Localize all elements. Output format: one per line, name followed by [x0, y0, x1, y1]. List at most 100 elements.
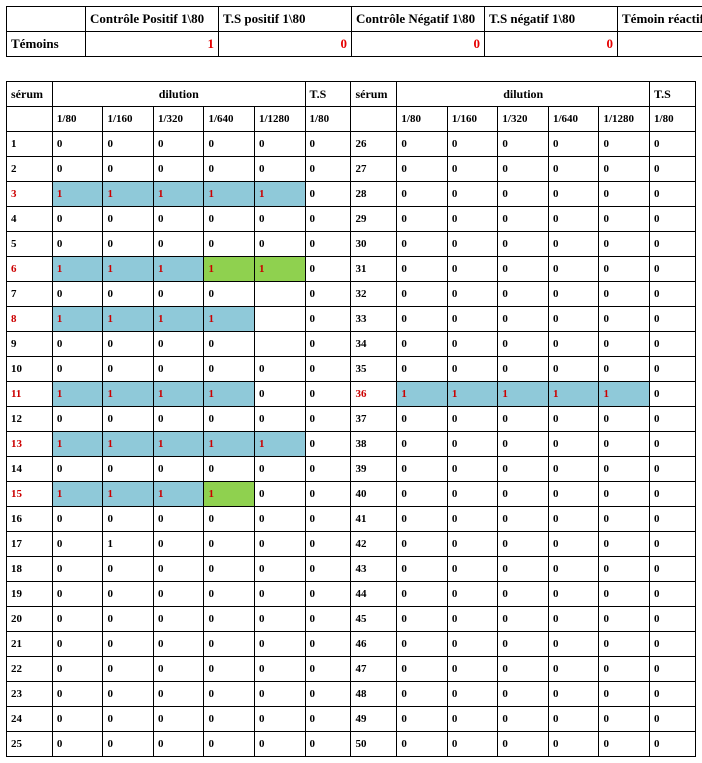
serum-id-left: 21 — [7, 632, 53, 657]
dilution-cell-left: 0 — [153, 232, 204, 257]
table-row: 200000027000000 — [7, 157, 696, 182]
dilution-cell-left: 1 — [52, 182, 103, 207]
dil-header-left-0: 1/80 — [52, 107, 103, 132]
ts-cell-left: 0 — [305, 182, 351, 207]
header-ts-right: T.S — [650, 82, 696, 107]
ts-cell-right: 0 — [650, 457, 696, 482]
table-row: 1600000041000000 — [7, 507, 696, 532]
dilution-cell-left: 0 — [103, 407, 154, 432]
ts-cell-left: 0 — [305, 632, 351, 657]
dilution-cell-left: 1 — [153, 307, 204, 332]
serum-id-right: 39 — [351, 457, 397, 482]
ts-cell-left: 0 — [305, 607, 351, 632]
ts-cell-right: 0 — [650, 132, 696, 157]
serum-id-right: 28 — [351, 182, 397, 207]
dilution-cell-left: 0 — [103, 357, 154, 382]
serum-id-right: 26 — [351, 132, 397, 157]
ts-cell-right: 0 — [650, 432, 696, 457]
dilution-cell-left: 0 — [52, 732, 103, 757]
dilution-cell-right: 0 — [498, 157, 549, 182]
dilution-cell-right: 0 — [447, 307, 498, 332]
dilution-cell-left: 1 — [52, 257, 103, 282]
ts-cell-left: 0 — [305, 682, 351, 707]
dilution-cell-right: 0 — [548, 507, 599, 532]
controls-empty-cell — [7, 7, 86, 32]
serum-id-left: 23 — [7, 682, 53, 707]
dilution-cell-left: 0 — [103, 707, 154, 732]
dilution-cell-right: 0 — [447, 582, 498, 607]
dilution-cell-right: 0 — [397, 632, 448, 657]
dilution-cell-left: 0 — [103, 507, 154, 532]
dilution-cell-right: 0 — [498, 632, 549, 657]
dilution-cell-right: 0 — [498, 507, 549, 532]
dilution-cell-left: 0 — [254, 557, 305, 582]
dilution-cell-left: 0 — [153, 707, 204, 732]
serum-id-right: 42 — [351, 532, 397, 557]
dil-header-left-2: 1/320 — [153, 107, 204, 132]
table-row: 1400000039000000 — [7, 457, 696, 482]
dilution-cell-right: 0 — [599, 157, 650, 182]
dilution-cell-right: 0 — [397, 407, 448, 432]
ts-cell-right: 0 — [650, 507, 696, 532]
dilution-cell-left: 0 — [254, 632, 305, 657]
dilution-cell-left: 0 — [204, 657, 255, 682]
dilution-cell-right: 0 — [599, 507, 650, 532]
header-ts-left: T.S — [305, 82, 351, 107]
dilution-cell-left: 0 — [153, 207, 204, 232]
table-row: 1800000043000000 — [7, 557, 696, 582]
dilution-cell-right: 0 — [548, 157, 599, 182]
ts-cell-left: 0 — [305, 457, 351, 482]
header-dilution-left: dilution — [52, 82, 305, 107]
serum-id-left: 15 — [7, 482, 53, 507]
dilution-cell-right: 0 — [548, 407, 599, 432]
dilution-cell-left: 0 — [52, 557, 103, 582]
serum-id-right: 31 — [351, 257, 397, 282]
dilution-cell-left: 0 — [153, 282, 204, 307]
table-row: 1701000042000000 — [7, 532, 696, 557]
dilution-cell-right: 0 — [548, 632, 599, 657]
dil-header-right-1: 1/160 — [447, 107, 498, 132]
dilution-cell-right: 0 — [599, 557, 650, 582]
serum-id-right: 33 — [351, 307, 397, 332]
dilution-cell-left: 0 — [254, 607, 305, 632]
dilution-cell-left: 0 — [254, 657, 305, 682]
ts-cell-left: 0 — [305, 207, 351, 232]
controls-header-ts-positif: T.S positif 1\80 — [219, 7, 352, 32]
dilution-cell-left: 0 — [204, 682, 255, 707]
ts-cell-right: 0 — [650, 707, 696, 732]
dilution-cell-left: 0 — [103, 682, 154, 707]
dilution-cell-right: 0 — [498, 232, 549, 257]
dilution-cell-right: 0 — [599, 307, 650, 332]
ts-cell-left: 0 — [305, 657, 351, 682]
dilution-cell-left: 0 — [254, 157, 305, 182]
dilution-cell-right: 0 — [397, 132, 448, 157]
dilution-cell-left: 1 — [103, 532, 154, 557]
controls-row-label: Témoins — [7, 32, 86, 57]
dilution-cell-right: 0 — [397, 507, 448, 532]
dilution-cell-left: 0 — [204, 407, 255, 432]
dilution-cell-right: 0 — [447, 257, 498, 282]
dilution-cell-right: 0 — [447, 282, 498, 307]
dilution-cell-right: 0 — [599, 182, 650, 207]
dilution-cell-right: 0 — [599, 657, 650, 682]
dilution-cell-right: 0 — [498, 207, 549, 232]
dilution-cell-right: 1 — [498, 382, 549, 407]
dilution-cell-right: 1 — [548, 382, 599, 407]
serum-id-right: 37 — [351, 407, 397, 432]
serum-id-left: 6 — [7, 257, 53, 282]
serum-id-left: 8 — [7, 307, 53, 332]
serum-id-left: 20 — [7, 607, 53, 632]
dilution-cell-right: 0 — [447, 207, 498, 232]
header-blank-right — [351, 107, 397, 132]
ts-cell-right: 0 — [650, 257, 696, 282]
serum-id-right: 34 — [351, 332, 397, 357]
serum-id-left: 9 — [7, 332, 53, 357]
dil-header-left-3: 1/640 — [204, 107, 255, 132]
dilution-cell-left: 1 — [204, 432, 255, 457]
table-row: 2000000045000000 — [7, 607, 696, 632]
dilution-cell-left — [254, 332, 305, 357]
dilution-cell-right: 0 — [548, 132, 599, 157]
dilution-cell-right: 0 — [548, 207, 599, 232]
dilution-cell-right: 0 — [397, 307, 448, 332]
dilution-cell-left: 1 — [52, 382, 103, 407]
